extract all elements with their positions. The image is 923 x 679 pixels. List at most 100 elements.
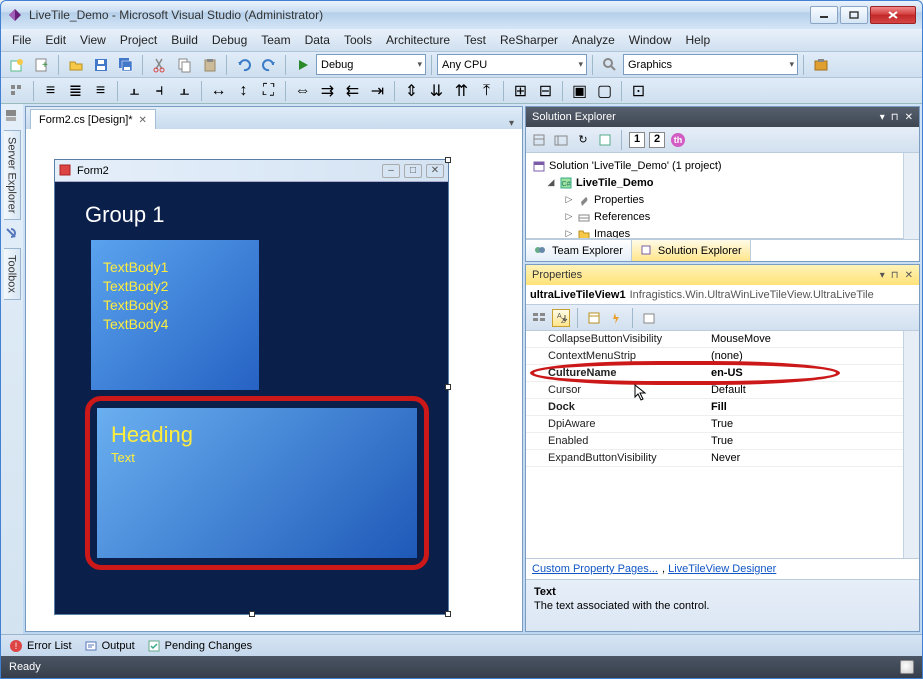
- tree-solution-root[interactable]: Solution 'LiveTile_Demo' (1 project): [526, 157, 903, 174]
- live-tile-view[interactable]: Group 1 TextBody1 TextBody2 TextBody3 Te…: [55, 182, 448, 614]
- scrollbar[interactable]: [903, 153, 919, 239]
- align-bottom-icon[interactable]: ⫠: [173, 80, 196, 102]
- save-icon[interactable]: [89, 54, 112, 76]
- close-icon[interactable]: ✕: [905, 270, 913, 281]
- menu-debug[interactable]: Debug: [205, 31, 254, 49]
- menu-window[interactable]: Window: [622, 31, 679, 49]
- tile-small[interactable]: TextBody1 TextBody2 TextBody3 TextBody4: [91, 240, 259, 390]
- tree-project[interactable]: ◢C#LiveTile_Demo: [526, 174, 903, 191]
- menu-architecture[interactable]: Architecture: [379, 31, 457, 49]
- th-icon[interactable]: th: [669, 131, 687, 149]
- align-left-icon[interactable]: ≡: [39, 80, 62, 102]
- prop-value[interactable]: en-US: [707, 365, 903, 381]
- designer-form[interactable]: Form2 – □ ✕ Group 1 TextBody1 TextBody2: [54, 159, 449, 615]
- design-surface[interactable]: Form2 – □ ✕ Group 1 TextBody1 TextBody2: [26, 129, 522, 631]
- hspace-equal-icon[interactable]: ⇔: [291, 80, 314, 102]
- menu-build[interactable]: Build: [164, 31, 205, 49]
- view-code-icon[interactable]: [596, 131, 614, 149]
- vspace-dec-icon[interactable]: ⇈: [450, 80, 473, 102]
- events-icon[interactable]: [607, 309, 625, 327]
- tree-images-folder[interactable]: ▷Images: [526, 225, 903, 239]
- prop-row-collapsebuttonvisibility[interactable]: CollapseButtonVisibilityMouseMove: [526, 331, 903, 348]
- solution-tree[interactable]: Solution 'LiveTile_Demo' (1 project) ◢C#…: [526, 153, 903, 239]
- categorized-icon[interactable]: [530, 309, 548, 327]
- prop-value[interactable]: Never: [707, 450, 903, 466]
- doc-tab-form2-design[interactable]: Form2.cs [Design]* ✕: [30, 109, 156, 130]
- prop-value[interactable]: Fill: [707, 399, 903, 415]
- panel-dropdown-icon[interactable]: ▾: [880, 270, 885, 281]
- output-tab[interactable]: Output: [84, 639, 135, 653]
- prop-value[interactable]: Default: [707, 382, 903, 398]
- custom-pages-link[interactable]: Custom Property Pages...: [532, 563, 658, 575]
- tree-references[interactable]: ▷References: [526, 208, 903, 225]
- nav-2-button[interactable]: 2: [649, 132, 665, 148]
- error-list-tab[interactable]: !Error List: [9, 639, 72, 653]
- solution-explorer-tab[interactable]: Solution Explorer: [632, 240, 751, 261]
- show-all-icon[interactable]: [552, 131, 570, 149]
- window-title-bar[interactable]: LiveTile_Demo - Microsoft Visual Studio …: [1, 1, 922, 29]
- server-explorer-tab[interactable]: Server Explorer: [4, 130, 21, 220]
- menu-resharper[interactable]: ReSharper: [493, 31, 565, 49]
- same-width-icon[interactable]: ↔: [207, 80, 230, 102]
- toolbox-tab[interactable]: Toolbox: [4, 248, 21, 300]
- refresh-icon[interactable]: ↻: [574, 131, 592, 149]
- minimize-button[interactable]: [810, 6, 838, 24]
- menu-project[interactable]: Project: [113, 31, 164, 49]
- vspace-remove-icon[interactable]: ⤒: [475, 80, 498, 102]
- hspace-remove-icon[interactable]: ⇥: [366, 80, 389, 102]
- add-item-icon[interactable]: +: [30, 54, 53, 76]
- platform-combo[interactable]: Any CPU: [437, 54, 587, 75]
- tab-dropdown-icon[interactable]: ▾: [501, 118, 522, 129]
- align-top-icon[interactable]: ⫠: [123, 80, 146, 102]
- menu-file[interactable]: File: [5, 31, 38, 49]
- scrollbar[interactable]: [903, 331, 919, 558]
- pending-changes-tab[interactable]: Pending Changes: [147, 639, 252, 653]
- hspace-inc-icon[interactable]: ⇉: [316, 80, 339, 102]
- resize-handle[interactable]: [249, 611, 255, 617]
- redo-icon[interactable]: [257, 54, 280, 76]
- properties-page-icon[interactable]: [585, 309, 603, 327]
- vspace-inc-icon[interactable]: ⇊: [425, 80, 448, 102]
- same-size-icon[interactable]: ⛶: [257, 80, 280, 102]
- open-icon[interactable]: [64, 54, 87, 76]
- menu-help[interactable]: Help: [678, 31, 717, 49]
- align-middle-icon[interactable]: ⫞: [148, 80, 171, 102]
- vspace-equal-icon[interactable]: ⇕: [400, 80, 423, 102]
- expand-icon[interactable]: ◢: [546, 177, 556, 188]
- resize-handle[interactable]: [445, 611, 451, 617]
- start-debug-icon[interactable]: [291, 54, 314, 76]
- paste-icon[interactable]: [198, 54, 221, 76]
- close-button[interactable]: [870, 6, 916, 24]
- menu-analyze[interactable]: Analyze: [565, 31, 622, 49]
- pin-icon[interactable]: ⊓: [891, 112, 899, 123]
- align-right-icon[interactable]: ≡: [89, 80, 112, 102]
- expand-icon[interactable]: ▷: [564, 228, 574, 239]
- new-project-icon[interactable]: [5, 54, 28, 76]
- properties-icon[interactable]: [530, 131, 548, 149]
- send-back-icon[interactable]: ▢: [593, 80, 616, 102]
- resize-handle[interactable]: [445, 157, 451, 163]
- prop-value[interactable]: (none): [707, 348, 903, 364]
- prop-row-dpiaware[interactable]: DpiAwareTrue: [526, 416, 903, 433]
- tile-wide[interactable]: Heading Text: [97, 408, 417, 558]
- prop-row-dock[interactable]: DockFill: [526, 399, 903, 416]
- tree-properties[interactable]: ▷Properties: [526, 191, 903, 208]
- undo-icon[interactable]: [232, 54, 255, 76]
- same-height-icon[interactable]: ↕: [232, 80, 255, 102]
- prop-value[interactable]: MouseMove: [707, 331, 903, 347]
- property-object-selector[interactable]: ultraLiveTileView1 Infragistics.Win.Ultr…: [526, 285, 919, 305]
- menu-edit[interactable]: Edit: [38, 31, 73, 49]
- close-icon[interactable]: ✕: [139, 115, 147, 126]
- menu-data[interactable]: Data: [298, 31, 337, 49]
- bring-front-icon[interactable]: ▣: [568, 80, 591, 102]
- align-center-icon[interactable]: ≣: [64, 80, 87, 102]
- prop-row-culturename[interactable]: CultureNameen-US: [526, 365, 903, 382]
- expand-icon[interactable]: ▷: [564, 194, 574, 205]
- tab-order-icon[interactable]: ⊡: [627, 80, 650, 102]
- prop-row-cursor[interactable]: CursorDefault: [526, 382, 903, 399]
- resize-handle[interactable]: [445, 384, 451, 390]
- alphabetical-icon[interactable]: AZ: [552, 309, 570, 327]
- resize-grip-icon[interactable]: [900, 660, 914, 674]
- copy-icon[interactable]: [173, 54, 196, 76]
- toolbox-icon[interactable]: [809, 54, 832, 76]
